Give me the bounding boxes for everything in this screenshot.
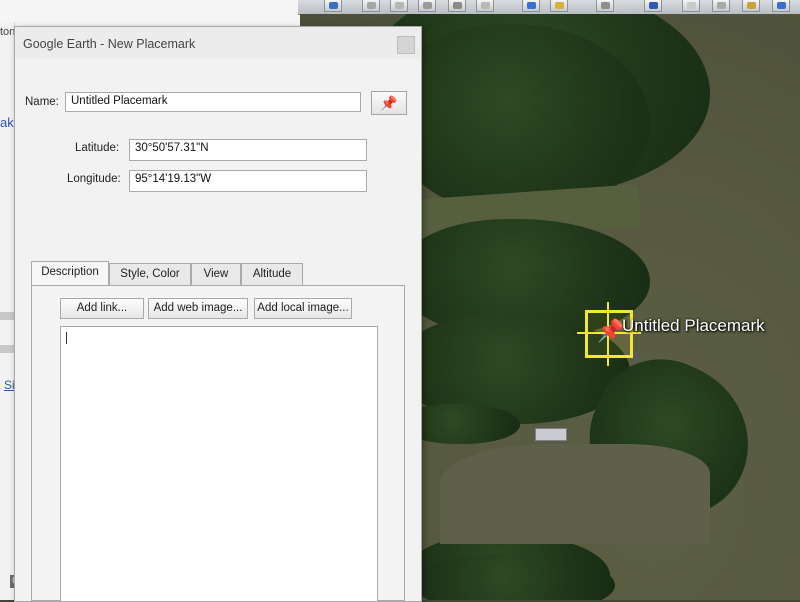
- longitude-label: Longitude:: [67, 173, 121, 185]
- placemark-icon-button[interactable]: 📌: [371, 91, 407, 115]
- boat-dock: [535, 428, 567, 441]
- ruler-icon[interactable]: [644, 0, 662, 12]
- tab-description[interactable]: Description: [31, 261, 109, 286]
- close-button[interactable]: [397, 36, 415, 54]
- overlay-icon[interactable]: [448, 0, 466, 12]
- toolbar: [298, 0, 800, 15]
- latitude-label: Latitude:: [75, 142, 120, 154]
- add-local-image-button[interactable]: Add local image...: [254, 298, 352, 319]
- tab-style-color[interactable]: Style, Color: [109, 263, 191, 285]
- add-web-image-button[interactable]: Add web image...: [148, 298, 248, 319]
- tour-icon[interactable]: [476, 0, 494, 12]
- lake-water: [440, 444, 710, 544]
- name-field[interactable]: Untitled Placemark: [65, 92, 361, 112]
- dialog-title: Google Earth - New Placemark: [23, 37, 196, 51]
- save-image-icon[interactable]: [742, 0, 760, 12]
- background-text-fragment: ton: [0, 26, 16, 38]
- planets-icon[interactable]: [596, 0, 614, 12]
- description-textarea[interactable]: [60, 326, 378, 602]
- background-icon: [0, 312, 14, 320]
- background-window-sidebar: [0, 22, 15, 600]
- sidebar-icon[interactable]: [324, 0, 342, 12]
- name-label: Name:: [25, 96, 59, 108]
- print-icon[interactable]: [712, 0, 730, 12]
- email-icon[interactable]: [682, 0, 700, 12]
- pushpin-icon: 📌: [597, 318, 625, 343]
- background-icon: [0, 345, 14, 353]
- placemark-label[interactable]: Untitled Placemark: [622, 316, 765, 336]
- latitude-field[interactable]: 30°50'57.31"N: [129, 139, 367, 161]
- history-icon[interactable]: [550, 0, 568, 12]
- tab-view[interactable]: View: [191, 263, 241, 285]
- sun-icon[interactable]: [522, 0, 540, 12]
- pushpin-icon: 📌: [380, 95, 398, 111]
- new-placemark-dialog: Google Earth - New Placemark Name: Untit…: [14, 26, 422, 602]
- add-link-button[interactable]: Add link...: [60, 298, 144, 319]
- longitude-field[interactable]: 95°14'19.13"W: [129, 170, 367, 192]
- path-icon[interactable]: [418, 0, 436, 12]
- maps-icon[interactable]: [772, 0, 790, 12]
- description-tab-panel: Add link... Add web image... Add local i…: [31, 285, 405, 602]
- tab-altitude[interactable]: Altitude: [241, 263, 303, 285]
- hand-icon[interactable]: [362, 0, 380, 12]
- text-caret: [66, 332, 67, 344]
- dialog-titlebar[interactable]: Google Earth - New Placemark: [15, 27, 421, 59]
- polygon-icon[interactable]: [390, 0, 408, 12]
